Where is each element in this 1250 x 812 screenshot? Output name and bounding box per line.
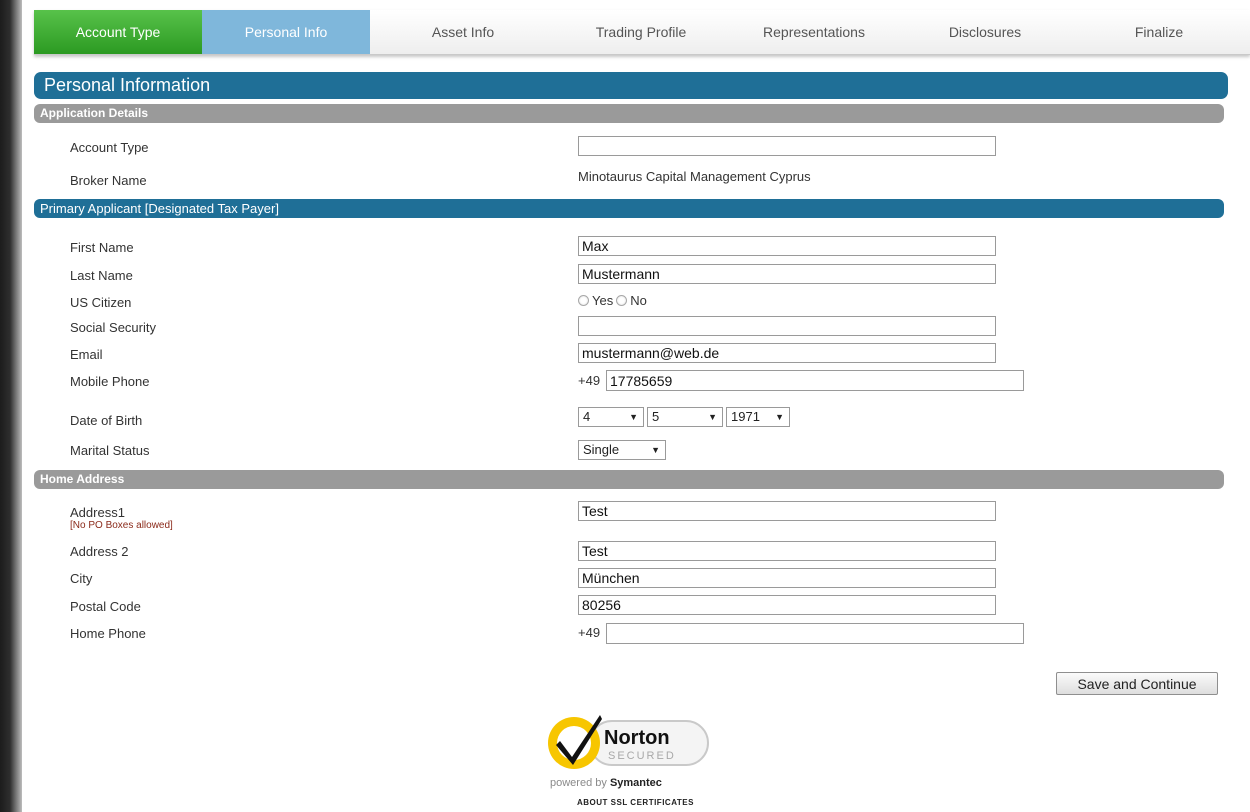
mobile-phone-field[interactable] (606, 370, 1024, 391)
tab-representations[interactable]: Representations (726, 10, 902, 54)
norton-brand-text: Norton (604, 727, 670, 749)
tab-asset-info[interactable]: Asset Info (370, 10, 556, 54)
address1-label: Address1 (70, 505, 125, 520)
symantec-text: Symantec (609, 777, 662, 789)
about-ssl-link[interactable]: ABOUT SSL CERTIFICATES (577, 798, 694, 807)
us-citizen-yes-radio[interactable] (578, 295, 589, 306)
address2-label: Address 2 (70, 544, 129, 559)
dob-day-value: 4 (583, 409, 591, 424)
account-type-label: Account Type (70, 140, 149, 155)
tab-personal-info[interactable]: Personal Info (202, 10, 370, 54)
email-label: Email (70, 347, 103, 362)
dob-day-select[interactable]: 4 ▼ (578, 407, 644, 427)
address1-field[interactable] (578, 501, 996, 521)
home-phone-prefix: +49 (578, 625, 601, 640)
dob-year-arrow-icon: ▼ (775, 412, 784, 422)
section-home-address: Home Address (34, 470, 1224, 489)
email-field[interactable] (578, 343, 996, 363)
us-citizen-radio-group: Yes No (578, 293, 647, 308)
dob-month-arrow-icon: ▼ (708, 412, 717, 422)
section-primary-applicant: Primary Applicant [Designated Tax Payer] (34, 199, 1224, 218)
us-citizen-no-radio[interactable] (616, 295, 628, 306)
tab-account-type[interactable]: Account Type (34, 10, 202, 54)
powered-by-text: powered by (550, 777, 607, 789)
address1-note: [No PO Boxes allowed] (70, 520, 173, 531)
home-phone-field[interactable] (606, 623, 1024, 644)
step-tabs: Account Type Personal Info Asset Info Tr… (34, 10, 1250, 55)
first-name-field[interactable] (578, 236, 996, 256)
application-page: Account Type Personal Info Asset Info Tr… (22, 0, 1250, 812)
dob-year-select[interactable]: 1971 ▼ (726, 407, 790, 427)
marital-status-value: Single (583, 442, 620, 457)
us-citizen-no-label: No (630, 293, 647, 308)
page-title: Personal Information (34, 72, 1228, 99)
us-citizen-label: US Citizen (70, 295, 132, 310)
broker-name-label: Broker Name (70, 173, 147, 188)
tab-disclosures[interactable]: Disclosures (902, 10, 1068, 54)
postal-code-label: Postal Code (70, 599, 141, 614)
last-name-field[interactable] (578, 264, 996, 284)
social-security-label: Social Security (70, 320, 156, 335)
dob-month-value: 5 (652, 409, 660, 424)
last-name-label: Last Name (70, 268, 133, 283)
date-of-birth-label: Date of Birth (70, 413, 143, 428)
norton-powered-by: powered by Symantec (550, 777, 662, 789)
city-label: City (70, 571, 93, 586)
dob-year-value: 1971 (731, 409, 760, 424)
account-type-field[interactable] (578, 136, 996, 156)
save-and-continue-button[interactable]: Save and Continue (1056, 672, 1218, 695)
marital-status-label: Marital Status (70, 443, 150, 458)
mobile-phone-label: Mobile Phone (70, 374, 150, 389)
marital-status-select[interactable]: Single ▼ (578, 440, 666, 460)
marital-status-arrow-icon: ▼ (651, 445, 660, 455)
norton-check-icon: Norton SECURED (548, 715, 709, 769)
tab-finalize[interactable]: Finalize (1068, 10, 1250, 54)
home-phone-label: Home Phone (70, 626, 146, 641)
section-application-details: Application Details (34, 104, 1224, 123)
postal-code-field[interactable] (578, 595, 996, 615)
broker-name-value: Minotaurus Capital Management Cyprus (578, 169, 811, 184)
norton-secured-seal[interactable]: Norton SECURED powered by Symantec ABOUT… (542, 711, 722, 811)
tab-trading-profile[interactable]: Trading Profile (556, 10, 726, 54)
mobile-phone-prefix: +49 (578, 373, 601, 388)
us-citizen-yes-label: Yes (592, 293, 614, 308)
address2-field[interactable] (578, 541, 996, 561)
dob-month-select[interactable]: 5 ▼ (647, 407, 723, 427)
city-field[interactable] (578, 568, 996, 588)
norton-secured-text: SECURED (608, 750, 676, 762)
dob-day-arrow-icon: ▼ (629, 412, 638, 422)
first-name-label: First Name (70, 240, 134, 255)
social-security-field[interactable] (578, 316, 996, 336)
